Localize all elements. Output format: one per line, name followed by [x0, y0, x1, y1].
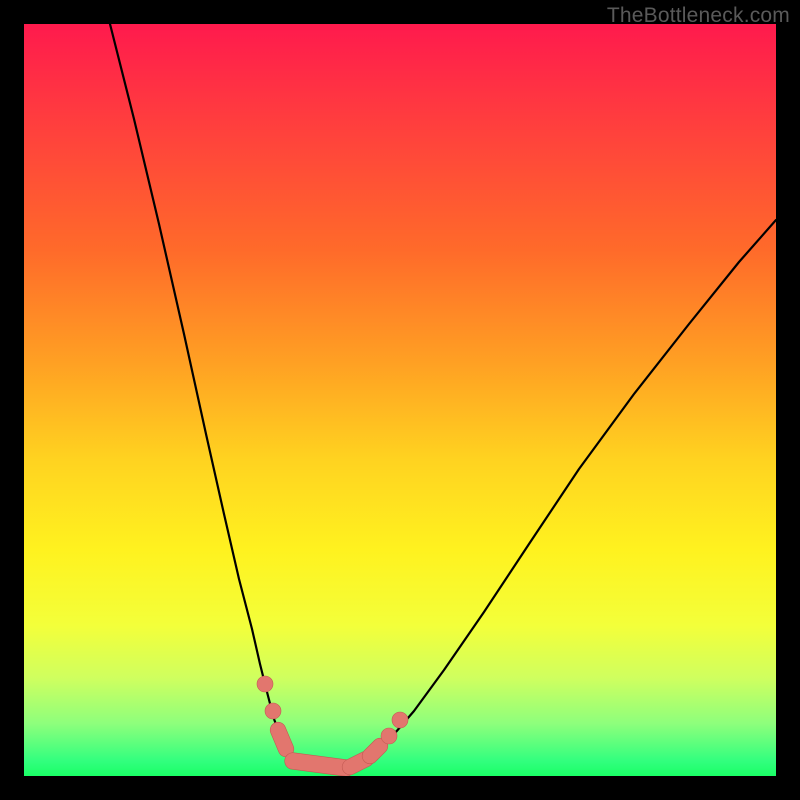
plot-area [24, 24, 776, 776]
marker-capsule [293, 761, 346, 768]
watermark-text: TheBottleneck.com [607, 4, 790, 28]
marker-capsule [278, 730, 286, 749]
marker-dot [392, 712, 408, 728]
marker-capsule [370, 746, 380, 756]
marker-dot [257, 676, 273, 692]
marker-dot [381, 728, 397, 744]
data-markers [24, 24, 776, 776]
chart-container: TheBottleneck.com [0, 0, 800, 800]
marker-dot [265, 703, 281, 719]
